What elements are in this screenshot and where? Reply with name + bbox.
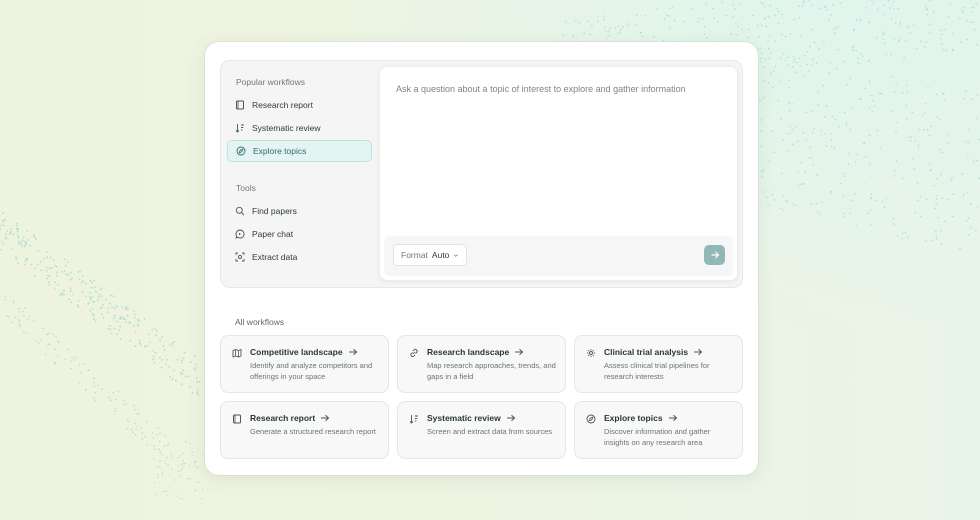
workflow-card-description: Discover information and gather insights… (604, 427, 711, 447)
format-value: Auto (431, 250, 450, 260)
extract-icon (235, 252, 245, 262)
workflow-card-title: Clinical trial analysis (604, 347, 703, 357)
sidebar-item-systematic-review[interactable]: Systematic review (227, 117, 372, 139)
workflow-card-container: Popular workflows Research report System… (205, 42, 758, 475)
workflow-card-description: Map research approaches, trends, and gap… (427, 361, 556, 381)
workflow-card-description: Screen and extract data from sources (427, 427, 553, 436)
sidebar-item-label: Research report (252, 100, 313, 110)
arrow-right-icon (694, 348, 703, 356)
format-label: Format (401, 250, 428, 260)
sort-icon (235, 124, 244, 133)
arrow-right-icon (711, 251, 719, 259)
compass-icon (586, 414, 596, 424)
all-workflows-title: All workflows (235, 317, 285, 327)
workflow-card-competitive-landscape[interactable]: Competitive landscape Identify and analy… (220, 335, 389, 393)
workflow-card-research-landscape[interactable]: Research landscape Map research approach… (397, 335, 566, 393)
sidebar-item-label: Explore topics (253, 146, 307, 156)
sidebar-item-explore-topics[interactable]: Explore topics (227, 140, 372, 162)
format-dropdown[interactable]: Format Auto (393, 244, 467, 266)
book-icon (233, 414, 241, 424)
arrow-right-icon (515, 348, 524, 356)
arrow-right-icon (348, 348, 357, 356)
workflow-panel: Popular workflows Research report System… (220, 60, 743, 288)
sidebar: Popular workflows Research report System… (221, 61, 378, 287)
sidebar-item-label: Find papers (252, 206, 297, 216)
send-button[interactable] (704, 245, 725, 265)
sidebar-item-label: Extract data (252, 252, 298, 262)
sidebar-item-extract-data[interactable]: Extract data (227, 246, 372, 268)
sidebar-item-label: Systematic review (252, 123, 321, 133)
book-icon (236, 100, 244, 110)
chat-icon (235, 229, 245, 239)
workflow-card-title: Research report (250, 413, 330, 423)
workflow-card-clinical-trial-analysis[interactable]: Clinical trial analysis Assess clinical … (574, 335, 743, 393)
workflow-card-description: Identify and analyze competitors and off… (250, 361, 373, 381)
gear-icon (587, 349, 595, 357)
arrow-right-icon (321, 414, 330, 422)
workflow-card-title: Competitive landscape (250, 347, 358, 357)
search-icon (235, 206, 245, 216)
link-icon (410, 348, 418, 358)
question-input[interactable]: Ask a question about a topic of interest… (396, 84, 726, 94)
workflow-card-title: Explore topics (604, 413, 678, 423)
compass-icon (236, 146, 246, 156)
workflow-card-title: Systematic review (427, 413, 516, 423)
editor-toolbar: Format Auto (384, 236, 733, 276)
sidebar-item-label: Paper chat (252, 229, 294, 239)
arrow-right-icon (668, 414, 677, 422)
workflow-card-explore-topics[interactable]: Explore topics Discover information and … (574, 401, 743, 459)
workflow-card-title: Research landscape (427, 347, 524, 357)
sort-icon (409, 415, 418, 424)
workflow-card-description: Generate a structured research report (250, 427, 376, 436)
chevron-down-icon (454, 253, 459, 257)
sidebar-item-research-report[interactable]: Research report (227, 94, 372, 116)
tools-title: Tools (236, 183, 256, 193)
map-icon (232, 348, 242, 358)
workflow-card-systematic-review[interactable]: Systematic review Screen and extract dat… (397, 401, 566, 459)
question-editor[interactable]: Ask a question about a topic of interest… (379, 66, 738, 281)
workflow-card-research-report[interactable]: Research report Generate a structured re… (220, 401, 389, 459)
popular-workflows-title: Popular workflows (236, 77, 305, 87)
sidebar-item-find-papers[interactable]: Find papers (227, 200, 372, 222)
arrow-right-icon (506, 414, 515, 422)
workflow-card-description: Assess clinical trial pipelines for rese… (604, 361, 710, 381)
sidebar-item-paper-chat[interactable]: Paper chat (227, 223, 372, 245)
